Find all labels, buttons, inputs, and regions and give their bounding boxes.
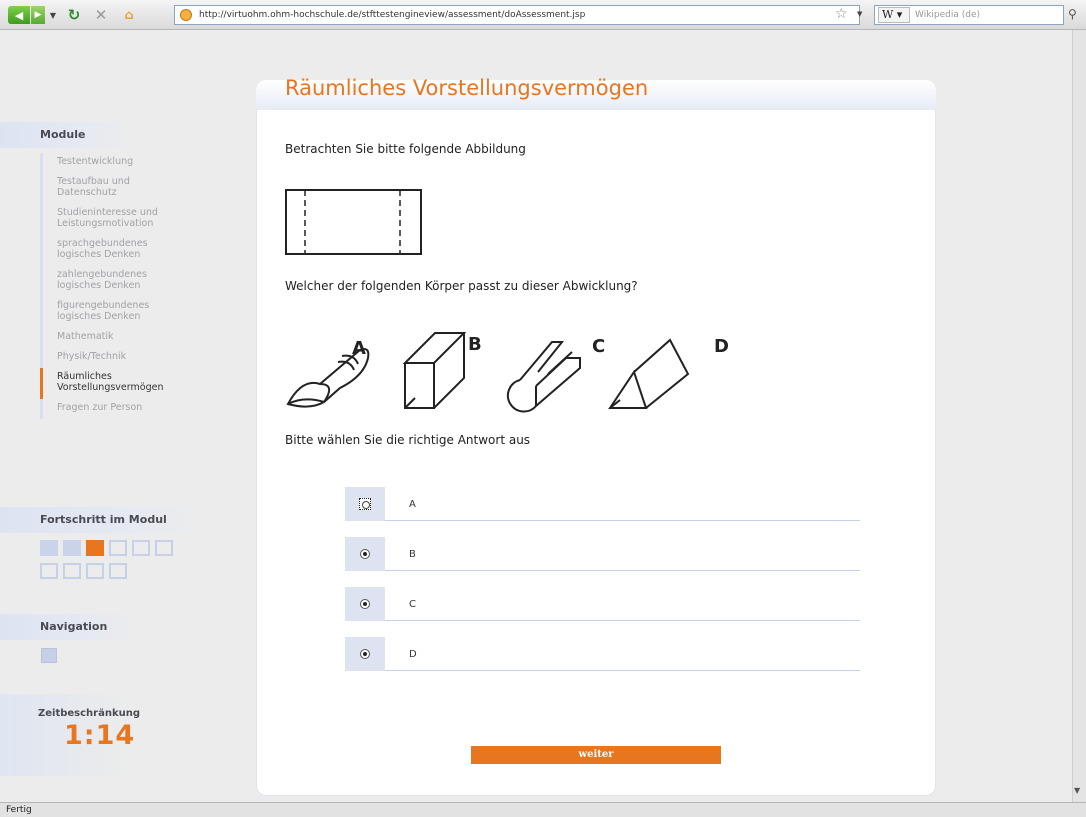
- progress-step: [40, 540, 58, 556]
- progress-step: [155, 540, 173, 556]
- radio-cell: [345, 637, 385, 671]
- status-text: Fertig: [6, 805, 32, 815]
- progress-step: [63, 540, 81, 556]
- progress-step: [63, 563, 81, 579]
- history-dropdown-icon[interactable]: ▼: [48, 6, 58, 24]
- progress-step: [109, 540, 127, 556]
- radio-cell: [345, 487, 385, 521]
- sidebar-item[interactable]: figurengebundenes logisches Denken: [40, 297, 210, 328]
- answer-option[interactable]: C: [345, 587, 860, 621]
- sidebar-item[interactable]: sprachgebundenes logisches Denken: [40, 235, 210, 266]
- navigation-icon[interactable]: [41, 648, 57, 663]
- answer-label: C: [409, 599, 416, 610]
- search-magnifier-icon[interactable]: ⚲: [1068, 7, 1077, 21]
- time-limit-heading: Zeitbeschränkung: [38, 708, 141, 719]
- search-input[interactable]: W ▾ Wikipedia (de): [874, 5, 1064, 25]
- answer-radio[interactable]: [360, 599, 370, 609]
- sidebar-item[interactable]: Mathematik: [40, 328, 210, 348]
- navigation-heading: Navigation: [0, 614, 140, 640]
- search-engine-selector[interactable]: W ▾: [878, 7, 910, 23]
- shape-label-b: B: [468, 334, 482, 355]
- module-heading: Module: [0, 122, 130, 148]
- answer-label: D: [409, 649, 417, 660]
- time-remaining: 1:14: [64, 720, 136, 751]
- shape-label-d: D: [714, 336, 729, 357]
- progress-heading: Fortschritt im Modul: [0, 507, 200, 533]
- page-title: Räumliches Vorstellungsvermögen: [285, 76, 649, 100]
- search-engine-label: W: [882, 8, 894, 21]
- dropdown-arrow-icon[interactable]: ▼: [857, 10, 862, 18]
- forward-arrow-icon[interactable]: ▶: [31, 6, 45, 24]
- status-bar: Fertig: [0, 802, 1086, 817]
- reload-icon[interactable]: ↻: [65, 6, 83, 24]
- bookmark-star-icon[interactable]: ☆: [835, 6, 848, 22]
- answer-label: B: [409, 549, 416, 560]
- progress-step: [132, 540, 150, 556]
- shape-c-profile: [506, 341, 581, 413]
- sidebar-item[interactable]: Studieninteresse und Leistungsmotivation: [40, 204, 210, 235]
- progress-step: [40, 563, 58, 579]
- url-text: http://virtuohm.ohm-hochschule.de/stftte…: [199, 10, 586, 20]
- radio-cell: [345, 537, 385, 571]
- module-list: Testentwicklung Testaufbau und Datenschut…: [40, 153, 210, 419]
- sidebar-item[interactable]: Fragen zur Person: [40, 399, 210, 419]
- module-heading-text: Module: [40, 128, 86, 141]
- sidebar-item[interactable]: Physik/Technik: [40, 348, 210, 368]
- site-favicon-icon: [180, 9, 192, 21]
- address-bar[interactable]: http://virtuohm.ohm-hochschule.de/stftte…: [174, 5, 860, 25]
- sidebar-item[interactable]: Testentwicklung: [40, 153, 210, 173]
- answer-option[interactable]: B: [345, 537, 860, 571]
- home-icon[interactable]: ⌂: [120, 6, 138, 24]
- unfolding-net-figure: [285, 189, 422, 255]
- navigation-heading-text: Navigation: [40, 620, 108, 633]
- progress-step: [86, 563, 104, 579]
- sidebar-item[interactable]: zahlengebundenes logisches Denken: [40, 266, 210, 297]
- sidebar-item[interactable]: Räumliches Vorstellungsvermögen: [40, 368, 210, 399]
- answer-radio[interactable]: [360, 549, 370, 559]
- radio-cell: [345, 587, 385, 621]
- progress-step: [86, 540, 104, 556]
- shape-d-prism: [608, 338, 690, 409]
- vertical-scrollbar[interactable]: [1072, 30, 1086, 802]
- shape-label-a: A: [352, 338, 366, 359]
- shape-b-box: [402, 332, 467, 409]
- answer-instruction: Bitte wählen Sie die richtige Antwort au…: [285, 433, 531, 447]
- answer-radio[interactable]: [360, 649, 370, 659]
- answer-radio[interactable]: [359, 498, 371, 510]
- progress-step: [109, 563, 127, 579]
- solid-shapes-figure: A B C D: [286, 332, 729, 413]
- browser-toolbar: ◀ ▶ ▼ ↻ ✕ ⌂ http://virtuohm.ohm-hochschu…: [0, 0, 1086, 30]
- answer-label: A: [409, 499, 416, 510]
- progress-heading-text: Fortschritt im Modul: [40, 513, 167, 526]
- shape-label-c: C: [592, 336, 605, 357]
- scroll-down-arrow-icon[interactable]: ▼: [1074, 786, 1080, 795]
- answer-option[interactable]: A: [345, 487, 860, 521]
- next-button[interactable]: weiter: [471, 746, 721, 764]
- instruction-text: Betrachten Sie bitte folgende Abbildung: [285, 142, 526, 156]
- answer-list: A B C D: [345, 487, 860, 687]
- answer-option[interactable]: D: [345, 637, 860, 671]
- question-text: Welcher der folgenden Körper passt zu di…: [285, 279, 638, 293]
- stop-icon[interactable]: ✕: [92, 6, 110, 24]
- search-placeholder: Wikipedia (de): [915, 10, 981, 20]
- sidebar-item[interactable]: Testaufbau und Datenschutz: [40, 173, 210, 204]
- back-arrow-icon[interactable]: ◀: [8, 6, 30, 24]
